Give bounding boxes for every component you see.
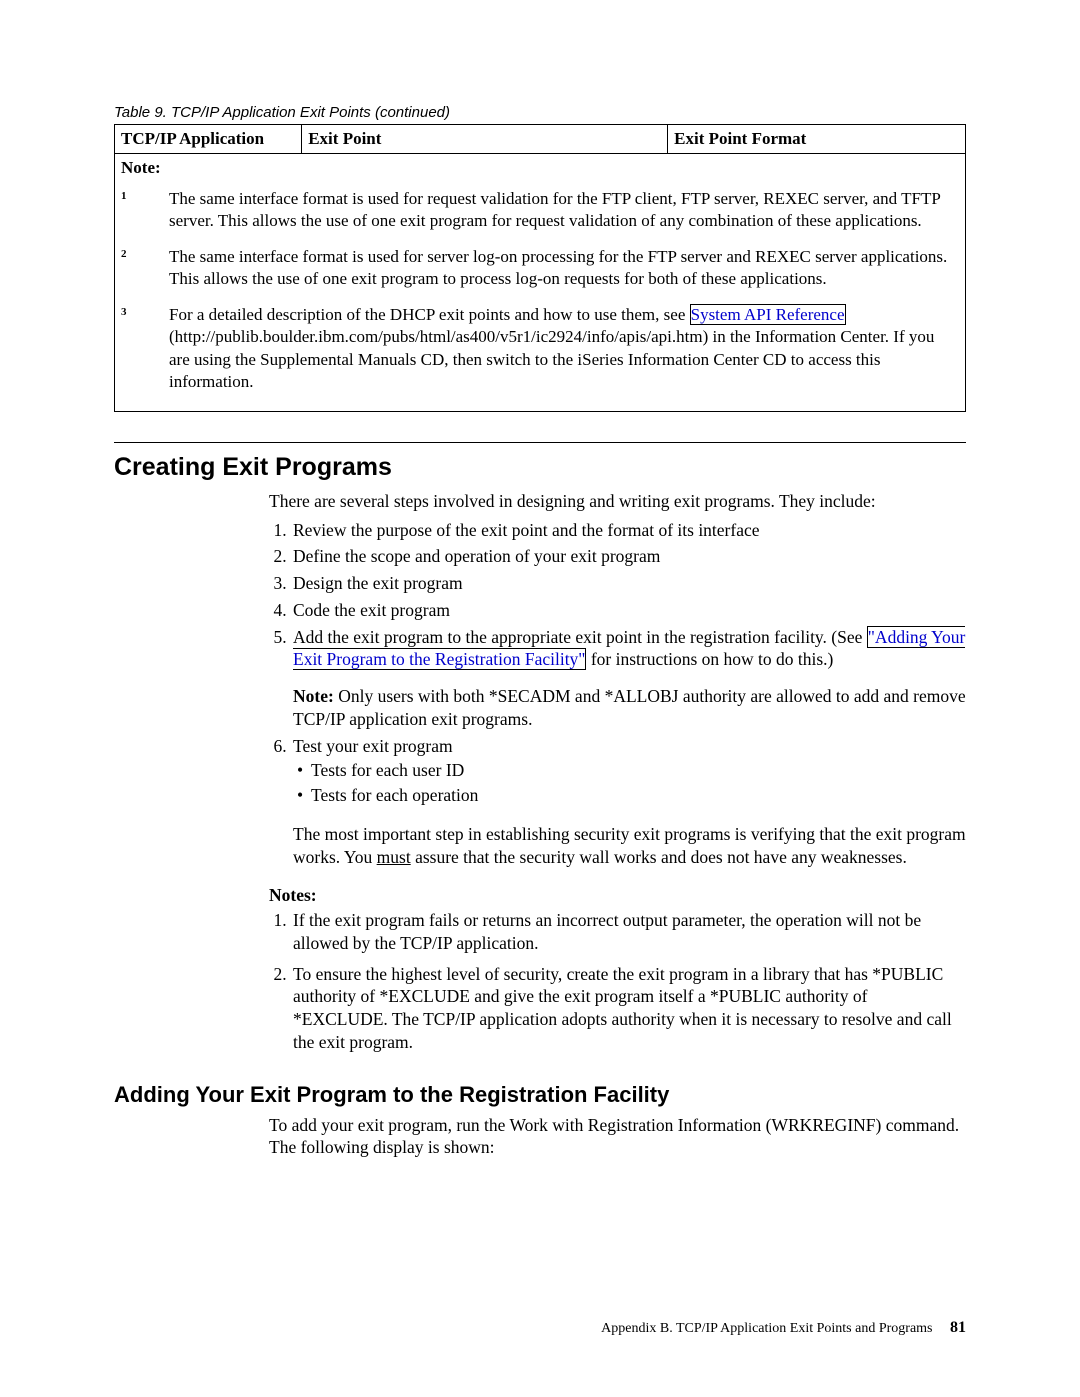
step-6-bullets: Tests for each user ID Tests for each op… bbox=[293, 759, 966, 807]
step-6: Test your exit program Tests for each us… bbox=[291, 735, 966, 869]
step-5-note: Note: Only users with both *SECADM and *… bbox=[293, 685, 966, 731]
col-app: TCP/IP Application bbox=[115, 125, 302, 154]
footnote-pre: For a detailed description of the DHCP e… bbox=[169, 305, 690, 324]
must-underline: must bbox=[377, 847, 411, 867]
footnote-3: 3 For a detailed description of the DHCP… bbox=[121, 304, 959, 392]
table-caption: Table 9. TCP/IP Application Exit Points … bbox=[114, 104, 966, 121]
step-4: Code the exit program bbox=[291, 599, 966, 622]
exit-points-table: TCP/IP Application Exit Point Exit Point… bbox=[114, 124, 966, 412]
system-api-reference-link[interactable]: System API Reference bbox=[690, 304, 846, 325]
footnote-1: 1 The same interface format is used for … bbox=[121, 188, 959, 232]
footnote-post: (http://publib.boulder.ibm.com/pubs/html… bbox=[169, 327, 934, 390]
footnote-text: For a detailed description of the DHCP e… bbox=[169, 304, 959, 392]
col-format: Exit Point Format bbox=[668, 125, 966, 154]
step-5: Add the exit program to the appropriate … bbox=[291, 626, 966, 731]
step-5-pre: Add the exit program to the appropriate … bbox=[293, 627, 867, 647]
h2-paragraph: To add your exit program, run the Work w… bbox=[269, 1114, 966, 1160]
table-notes-row: Note: 1 The same interface format is use… bbox=[115, 154, 966, 412]
document-page: Table 9. TCP/IP Application Exit Points … bbox=[0, 0, 1080, 1397]
col-exit-point: Exit Point bbox=[302, 125, 668, 154]
step-1: Review the purpose of the exit point and… bbox=[291, 519, 966, 542]
footnote-text: The same interface format is used for se… bbox=[169, 246, 959, 290]
step-3: Design the exit program bbox=[291, 572, 966, 595]
section-body: There are several steps involved in desi… bbox=[269, 490, 966, 1054]
footnote-num: 1 bbox=[121, 188, 169, 232]
para-b: assure that the security wall works and … bbox=[411, 847, 907, 867]
note-text: Only users with both *SECADM and *ALLOBJ… bbox=[293, 686, 966, 729]
footnote-num: 3 bbox=[121, 304, 169, 392]
steps-list: Review the purpose of the exit point and… bbox=[269, 519, 966, 869]
note-label: Note: bbox=[121, 158, 959, 178]
page-footer: Appendix B. TCP/IP Application Exit Poin… bbox=[601, 1319, 966, 1337]
intro-paragraph: There are several steps involved in desi… bbox=[269, 490, 966, 513]
step-5-post: for instructions on how to do this.) bbox=[586, 649, 833, 669]
footnote-text: The same interface format is used for re… bbox=[169, 188, 959, 232]
notes-heading: Notes: bbox=[269, 884, 966, 907]
bullet-operation: Tests for each operation bbox=[311, 784, 966, 807]
notes-item-1: If the exit program fails or returns an … bbox=[291, 909, 966, 955]
page-number: 81 bbox=[950, 1319, 966, 1336]
footnote-num: 2 bbox=[121, 246, 169, 290]
section-divider bbox=[114, 442, 966, 443]
heading-creating-exit-programs: Creating Exit Programs bbox=[114, 453, 966, 482]
step-6-paragraph: The most important step in establishing … bbox=[293, 823, 966, 869]
notes-list: If the exit program fails or returns an … bbox=[269, 909, 966, 1054]
footer-text: Appendix B. TCP/IP Application Exit Poin… bbox=[601, 1321, 932, 1336]
step-6-text: Test your exit program bbox=[293, 736, 453, 756]
notes-item-2: To ensure the highest level of security,… bbox=[291, 963, 966, 1054]
footnote-2: 2 The same interface format is used for … bbox=[121, 246, 959, 290]
step-2: Define the scope and operation of your e… bbox=[291, 545, 966, 568]
note-label: Note: bbox=[293, 686, 334, 706]
section-body-2: To add your exit program, run the Work w… bbox=[269, 1114, 966, 1160]
table-header-row: TCP/IP Application Exit Point Exit Point… bbox=[115, 125, 966, 154]
bullet-user-id: Tests for each user ID bbox=[311, 759, 966, 782]
heading-adding-exit-program: Adding Your Exit Program to the Registra… bbox=[114, 1082, 966, 1108]
